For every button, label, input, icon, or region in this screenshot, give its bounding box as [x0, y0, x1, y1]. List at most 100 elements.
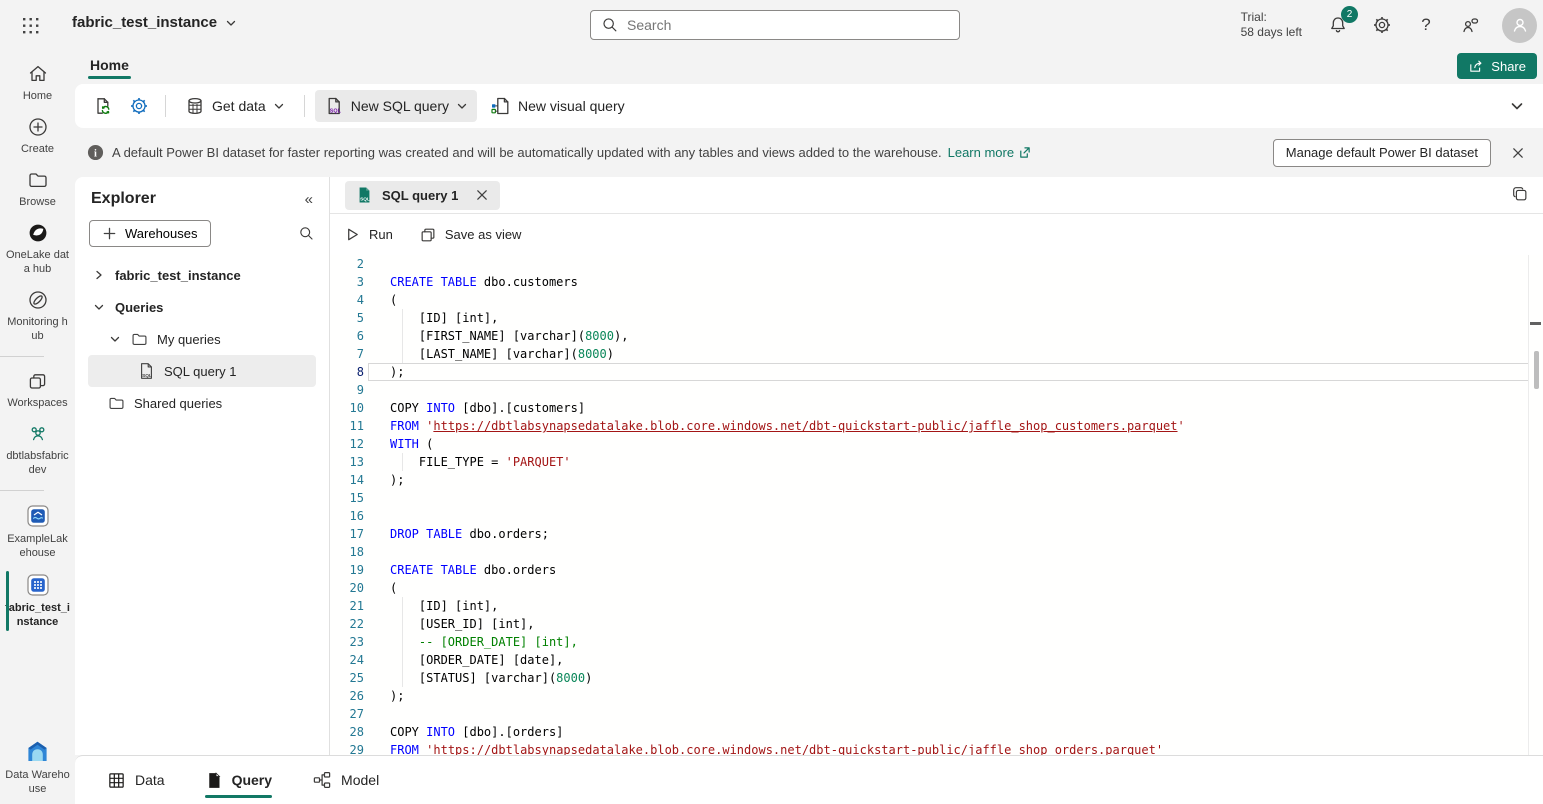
code-line-28[interactable]: 28COPY INTO [dbo].[orders]	[330, 723, 1543, 741]
rail-item-dbtlabsfabricdev[interactable]: dbtlabsfabricdev	[0, 423, 75, 477]
code-line-8[interactable]: 8);	[330, 363, 1543, 381]
tree-item-fabric-test-instance[interactable]: fabric_test_instance	[88, 259, 316, 291]
tree-item-shared-queries[interactable]: Shared queries	[88, 387, 316, 419]
trial-status: Trial: 58 days left	[1241, 10, 1302, 40]
add-warehouses-button[interactable]: Warehouses	[89, 220, 211, 247]
warehouse-settings-button[interactable]	[123, 90, 155, 122]
query-tab[interactable]: SQL SQL query 1	[345, 181, 500, 210]
view-tab-query[interactable]: Query	[205, 756, 272, 804]
code-line-14[interactable]: 14);	[330, 471, 1543, 489]
code-line-20[interactable]: 20(	[330, 579, 1543, 597]
run-button[interactable]: Run	[344, 226, 393, 243]
tab-home[interactable]: Home	[83, 53, 136, 81]
collapse-ribbon-button[interactable]	[1509, 98, 1525, 119]
tree-item-queries[interactable]: Queries	[88, 291, 316, 323]
help-button[interactable]: ?	[1414, 13, 1438, 37]
rail-divider	[0, 356, 44, 357]
rail-item-monitoring-hub[interactable]: Monitoring hub	[0, 289, 75, 343]
code-line-21[interactable]: 21 [ID] [int],	[330, 597, 1543, 615]
new-sql-query-button[interactable]: SQL New SQL query	[315, 90, 477, 122]
banner-actions: Manage default Power BI dataset	[1273, 139, 1529, 167]
manage-dataset-button[interactable]: Manage default Power BI dataset	[1273, 139, 1491, 167]
code-line-10[interactable]: 10COPY INTO [dbo].[customers]	[330, 399, 1543, 417]
code-line-24[interactable]: 24 [ORDER_DATE] [date],	[330, 651, 1543, 669]
chevron-down-icon	[456, 100, 468, 112]
settings-button[interactable]	[1370, 13, 1394, 37]
banner-close-button[interactable]	[1507, 142, 1529, 164]
chevron-down-icon[interactable]	[108, 333, 122, 345]
top-bar: fabric_test_instance Trial: 58 days left…	[0, 0, 1543, 50]
explorer-panel: Explorer « Warehouses fabric_test_instan…	[75, 177, 330, 755]
search-input[interactable]	[627, 17, 949, 33]
workspace-name-menu[interactable]: fabric_test_instance	[72, 14, 237, 31]
learn-more-link[interactable]: Learn more	[948, 145, 1031, 160]
chevron-down-icon[interactable]	[92, 301, 106, 313]
account-avatar[interactable]	[1502, 8, 1537, 43]
code-line-2[interactable]: 2	[330, 255, 1543, 273]
collapse-explorer-button[interactable]: «	[305, 191, 313, 208]
tree-item-sql-query-1[interactable]: SQLSQL query 1	[88, 355, 316, 387]
code-line-22[interactable]: 22 [USER_ID] [int],	[330, 615, 1543, 633]
code-line-4[interactable]: 4(	[330, 291, 1543, 309]
view-tab-data[interactable]: Data	[107, 756, 165, 804]
new-visual-query-button[interactable]: New visual query	[481, 90, 634, 122]
tree-item-my-queries[interactable]: My queries	[88, 323, 316, 355]
rail-item-workspaces[interactable]: Workspaces	[0, 370, 75, 410]
code-line-7[interactable]: 7 [LAST_NAME] [varchar](8000)	[330, 345, 1543, 363]
code-line-27[interactable]: 27	[330, 705, 1543, 723]
get-data-button[interactable]: Get data	[176, 90, 294, 122]
code-text: [ID] [int],	[390, 309, 498, 327]
rail-item-browse[interactable]: Browse	[0, 169, 75, 209]
rail-item-onelake-data-hub[interactable]: OneLake data hub	[0, 222, 75, 276]
svg-text:i: i	[94, 148, 97, 159]
code-line-11[interactable]: 11FROM 'https://dbtlabsynapsedatalake.bl…	[330, 417, 1543, 435]
rail-item-create[interactable]: Create	[0, 116, 75, 156]
view-tab-model[interactable]: Model	[312, 756, 379, 804]
code-text: -- [ORDER_DATE] [int],	[390, 633, 578, 651]
code-line-6[interactable]: 6 [FIRST_NAME] [varchar](8000),	[330, 327, 1543, 345]
rail-item-examplelakehouse[interactable]: ExampleLakehouse	[0, 504, 75, 560]
rail-item-label: dbtlabsfabricdev	[5, 449, 71, 477]
code-text: CREATE TABLE dbo.customers	[390, 273, 578, 291]
code-line-16[interactable]: 16	[330, 507, 1543, 525]
code-line-26[interactable]: 26);	[330, 687, 1543, 705]
chevron-right-icon[interactable]	[92, 269, 106, 281]
code-line-9[interactable]: 9	[330, 381, 1543, 399]
share-button[interactable]: Share	[1457, 53, 1537, 79]
code-line-13[interactable]: 13 FILE_TYPE = 'PARQUET'	[330, 453, 1543, 471]
code-line-25[interactable]: 25 [STATUS] [varchar](8000)	[330, 669, 1543, 687]
monitoring-icon	[27, 289, 49, 311]
scrollbar-thumb[interactable]	[1534, 351, 1539, 389]
code-line-15[interactable]: 15	[330, 489, 1543, 507]
copy-icon	[1511, 185, 1529, 203]
explorer-search-icon[interactable]	[298, 225, 315, 242]
code-text: );	[390, 471, 404, 489]
code-line-3[interactable]: 3CREATE TABLE dbo.customers	[330, 273, 1543, 291]
notifications-button[interactable]: 2	[1326, 13, 1350, 37]
code-text: FROM 'https://dbtlabsynapsedatalake.blob…	[390, 417, 1185, 435]
global-search[interactable]	[590, 10, 960, 40]
code-line-18[interactable]: 18	[330, 543, 1543, 561]
code-line-5[interactable]: 5 [ID] [int],	[330, 309, 1543, 327]
code-text: [ORDER_DATE] [date],	[390, 651, 563, 669]
rail-item-data-warehouse[interactable]: Data Warehouse	[0, 739, 75, 796]
rail-item-home[interactable]: Home	[0, 63, 75, 103]
code-line-17[interactable]: 17DROP TABLE dbo.orders;	[330, 525, 1543, 543]
line-number: 20	[330, 579, 364, 597]
help-icon: ?	[1421, 15, 1430, 35]
feedback-button[interactable]	[1458, 13, 1482, 37]
query-tab-close-button[interactable]	[475, 188, 489, 202]
code-line-12[interactable]: 12WITH (	[330, 435, 1543, 453]
code-line-29[interactable]: 29FROM 'https://dbtlabsynapsedatalake.bl…	[330, 741, 1543, 755]
waffle-icon	[20, 15, 41, 36]
save-as-view-button[interactable]: Save as view	[419, 226, 522, 244]
editor-actions-row: Run Save as view	[330, 214, 1543, 255]
code-line-19[interactable]: 19CREATE TABLE dbo.orders	[330, 561, 1543, 579]
app-launcher-button[interactable]	[16, 12, 44, 38]
code-line-23[interactable]: 23 -- [ORDER_DATE] [int],	[330, 633, 1543, 651]
trial-label: Trial:	[1241, 10, 1302, 25]
rail-item-fabric-test-instance[interactable]: fabric_test_instance	[0, 573, 75, 629]
copy-button[interactable]	[1511, 185, 1529, 208]
refresh-button[interactable]	[87, 90, 119, 122]
sql-code-editor[interactable]: 23CREATE TABLE dbo.customers4(5 [ID] [in…	[330, 255, 1543, 755]
